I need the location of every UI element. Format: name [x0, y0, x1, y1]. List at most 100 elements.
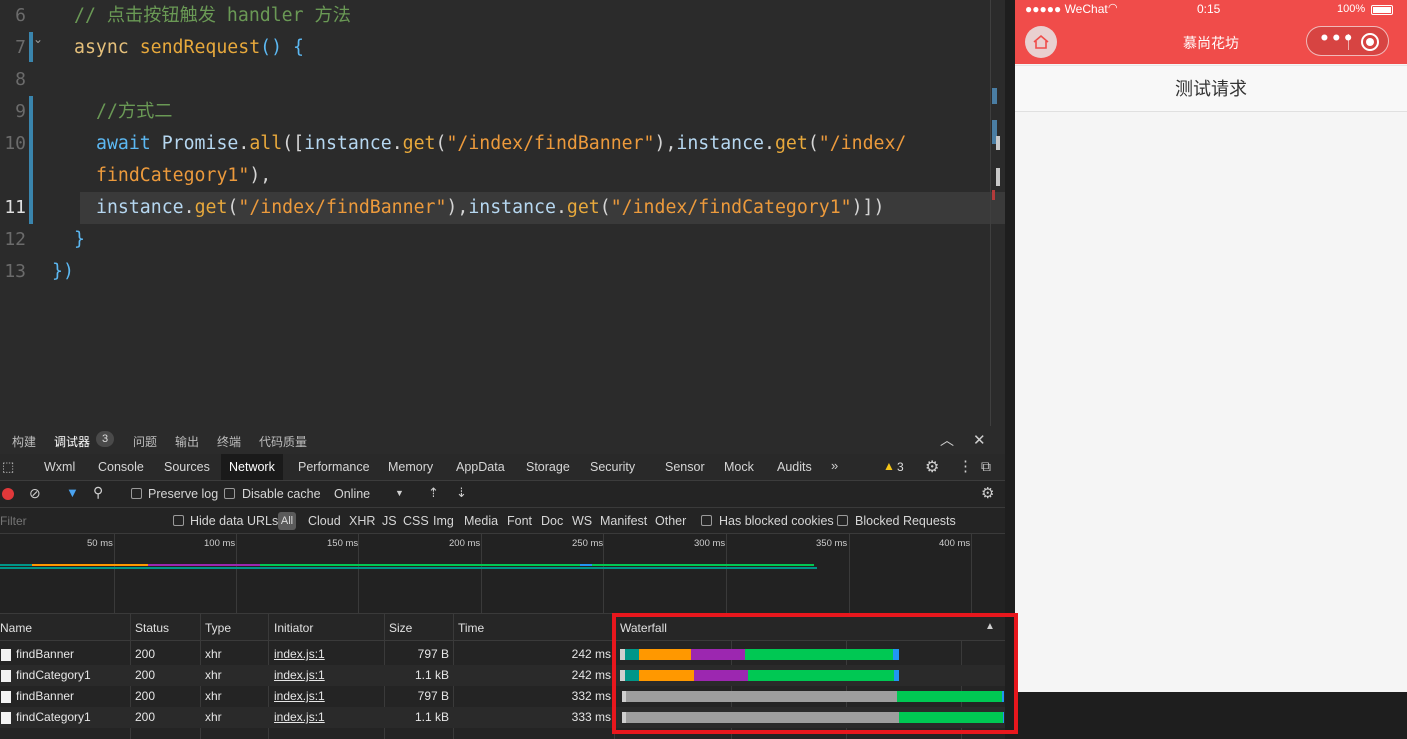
tab-security[interactable]: Security: [582, 454, 643, 480]
tab-performance[interactable]: Performance: [290, 454, 378, 480]
filter-css[interactable]: CSS: [403, 514, 429, 528]
undock-icon[interactable]: ⧉: [981, 458, 991, 475]
tab-build[interactable]: 构建: [12, 433, 36, 450]
disable-cache-checkbox[interactable]: [224, 488, 235, 499]
throttle-select[interactable]: Online: [334, 487, 370, 501]
overview-bar: [148, 564, 260, 566]
filter-img[interactable]: Img: [433, 514, 454, 528]
request-initiator[interactable]: index.js:1: [274, 647, 325, 661]
request-status: 200: [135, 710, 156, 724]
filter-all-button[interactable]: All: [278, 512, 296, 530]
settings-gear-icon[interactable]: ⚙: [925, 457, 939, 477]
hide-data-urls-checkbox[interactable]: [173, 515, 184, 526]
filter-other[interactable]: Other: [655, 514, 686, 528]
network-overview-timeline[interactable]: 50 ms 100 ms 150 ms 200 ms 250 ms 300 ms…: [0, 534, 1005, 614]
capsule-menu[interactable]: •••: [1306, 26, 1389, 56]
filter-input[interactable]: [0, 511, 158, 531]
request-type: xhr: [205, 668, 222, 682]
tab-terminal[interactable]: 终端: [217, 433, 241, 450]
file-icon: [1, 712, 11, 724]
code-token: (: [435, 133, 447, 154]
code-line[interactable]: 6 // 点击按钮触发 handler 方法: [0, 0, 1005, 32]
preserve-log-label: Preserve log: [148, 487, 219, 501]
code-token: ),: [446, 197, 469, 218]
code-editor[interactable]: ⌄ 6// 点击按钮触发 handler 方法 7 async sendReques…: [0, 0, 1005, 426]
tab-debugger[interactable]: 调试器: [54, 433, 90, 450]
network-settings-gear-icon[interactable]: ⚙: [981, 484, 994, 502]
filter-media[interactable]: Media: [464, 514, 498, 528]
tab-sensor[interactable]: Sensor: [657, 454, 713, 480]
tab-mock[interactable]: Mock: [716, 454, 762, 480]
battery-icon: [1371, 5, 1393, 15]
request-name: findBanner: [16, 647, 75, 661]
code-token: Promise: [161, 133, 239, 154]
filter-ws[interactable]: WS: [572, 514, 592, 528]
record-icon[interactable]: [2, 488, 14, 500]
chevron-down-icon[interactable]: ▼: [395, 488, 404, 498]
filter-doc[interactable]: Doc: [541, 514, 563, 528]
tab-output[interactable]: 输出: [175, 433, 199, 450]
col-name[interactable]: Name: [0, 621, 32, 635]
col-initiator[interactable]: Initiator: [274, 621, 313, 635]
tab-wxml[interactable]: Wxml: [36, 454, 83, 480]
request-initiator[interactable]: index.js:1: [274, 689, 325, 703]
close-panel-icon[interactable]: ✕: [973, 431, 986, 449]
kebab-menu-icon[interactable]: ⋮: [958, 457, 973, 475]
warning-count: 3: [897, 460, 904, 474]
close-mini-program-icon[interactable]: [1361, 33, 1379, 51]
overview-tick: 400 ms: [939, 538, 971, 549]
tab-memory[interactable]: Memory: [380, 454, 441, 480]
overview-bar: [260, 564, 814, 566]
preserve-log-checkbox[interactable]: [131, 488, 142, 499]
request-initiator[interactable]: index.js:1: [274, 668, 325, 682]
filter-font[interactable]: Font: [507, 514, 532, 528]
tab-appdata[interactable]: AppData: [448, 454, 513, 480]
col-type[interactable]: Type: [205, 621, 231, 635]
search-icon[interactable]: ⚲: [93, 484, 103, 501]
col-size[interactable]: Size: [389, 621, 412, 635]
code-line[interactable]: findCategory1"),: [0, 160, 1005, 192]
request-size: 1.1 kB: [414, 668, 449, 682]
filter-cloud[interactable]: Cloud: [308, 514, 341, 528]
editor-scrollbar-track[interactable]: [990, 0, 991, 426]
collapse-panel-icon[interactable]: ︿: [940, 430, 954, 450]
col-time[interactable]: Time: [458, 621, 484, 635]
code-line[interactable]: 10 await Promise.all([instance.get("/inde…: [0, 128, 1005, 160]
col-status[interactable]: Status: [135, 621, 169, 635]
has-blocked-cookies-checkbox[interactable]: [701, 515, 712, 526]
tab-console[interactable]: Console: [90, 454, 152, 480]
code-line[interactable]: 13}): [0, 256, 1005, 288]
code-line[interactable]: 7 async sendRequest() {: [0, 32, 1005, 64]
code-token: ),: [654, 133, 677, 154]
code-line[interactable]: 9 //方式二: [0, 96, 1005, 128]
import-har-icon[interactable]: ⇡: [428, 485, 439, 501]
filter-bar: Hide data URLs All Cloud XHR JS CSS Img …: [0, 508, 1005, 534]
tab-code-quality[interactable]: 代码质量: [259, 433, 307, 450]
code-token: ),: [249, 165, 272, 186]
inspect-element-icon[interactable]: ⬚: [2, 459, 14, 475]
more-tabs-icon[interactable]: »: [831, 458, 838, 473]
more-icon[interactable]: •••: [1319, 29, 1355, 49]
code-token: (: [227, 197, 239, 218]
tab-audits[interactable]: Audits: [769, 454, 820, 480]
filter-js[interactable]: JS: [382, 514, 397, 528]
clear-icon[interactable]: ⊘: [29, 485, 41, 502]
scroll-marker: [996, 136, 1000, 150]
request-initiator[interactable]: index.js:1: [274, 710, 325, 724]
tab-network[interactable]: Network: [221, 454, 283, 480]
code-line[interactable]: 11 instance.get("/index/findBanner"),inst…: [4, 192, 1005, 224]
code-line[interactable]: 12}: [0, 224, 1005, 256]
code-token: .: [764, 133, 775, 154]
test-request-button[interactable]: 测试请求: [1015, 65, 1407, 112]
export-har-icon[interactable]: ⇣: [456, 485, 467, 501]
request-size: 797 B: [417, 647, 449, 661]
code-line[interactable]: 8: [0, 64, 1005, 96]
tab-sources[interactable]: Sources: [156, 454, 218, 480]
filter-manifest[interactable]: Manifest: [600, 514, 647, 528]
filter-icon[interactable]: ▼: [66, 485, 79, 500]
tab-problems[interactable]: 问题: [133, 433, 157, 450]
warning-icon[interactable]: ▲: [883, 459, 895, 473]
filter-xhr[interactable]: XHR: [349, 514, 375, 528]
blocked-requests-checkbox[interactable]: [837, 515, 848, 526]
tab-storage[interactable]: Storage: [518, 454, 578, 480]
